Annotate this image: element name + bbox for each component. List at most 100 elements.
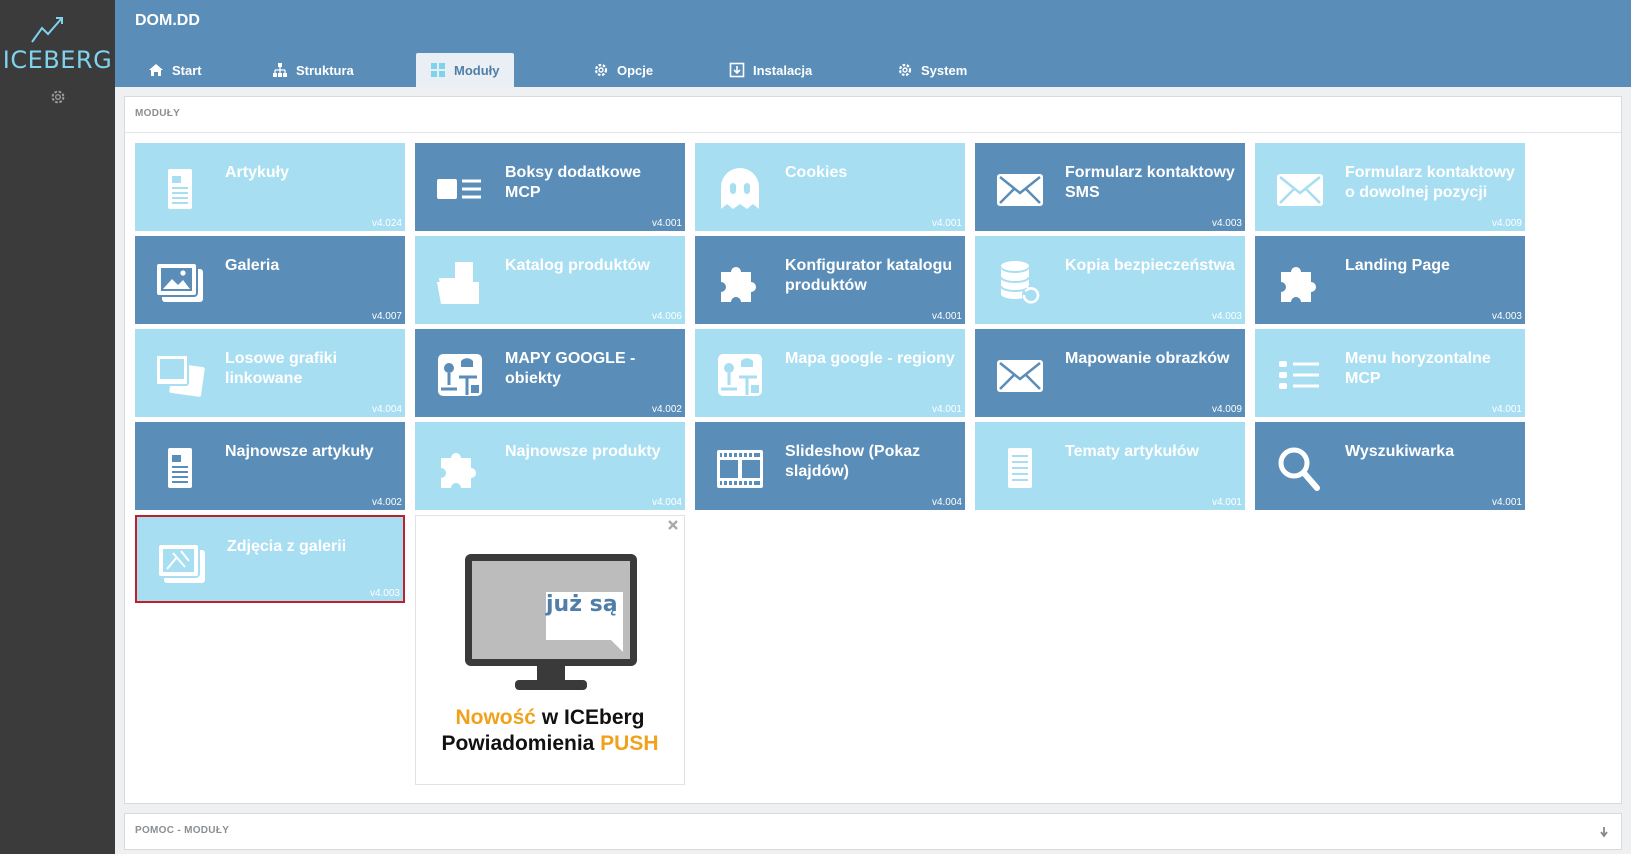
- module-tile-konfigurator-katalogu-produktow[interactable]: Konfigurator katalogu produktów v4.001: [695, 236, 965, 324]
- grid-icon: [431, 63, 445, 77]
- module-tile-formularz-kontaktowy-o-dowolnej-pozycji[interactable]: Formularz kontaktowy o dowolnej pozycji …: [1255, 143, 1525, 231]
- install-icon: [729, 62, 745, 78]
- gear-icon[interactable]: [49, 88, 67, 106]
- module-tile-galeria[interactable]: Galeria v4.007: [135, 236, 405, 324]
- module-version: v4.004: [931, 497, 962, 508]
- gear-icon: [898, 63, 912, 77]
- module-version: v4.002: [371, 497, 402, 508]
- module-tile-kopia-bezpieczenstwa[interactable]: Kopia bezpieczeństwa v4.003: [975, 236, 1245, 324]
- module-name: Landing Page: [1345, 257, 1450, 274]
- tab-moduly[interactable]: Moduły: [416, 53, 514, 87]
- module-version: v4.001: [1491, 497, 1522, 508]
- tab-instalacja[interactable]: Instalacja: [729, 53, 812, 87]
- tab-start[interactable]: Start: [148, 53, 202, 87]
- puzzle-icon: [1281, 266, 1316, 302]
- module-version: v4.001: [1491, 404, 1522, 415]
- module-name: Tematy artykułów: [1065, 443, 1199, 460]
- folder-icon: [437, 262, 479, 304]
- module-version: v4.001: [931, 218, 962, 229]
- module-version: v4.002: [651, 404, 682, 415]
- module-name: Kopia bezpieczeństwa: [1065, 257, 1235, 274]
- logo-text: ICEBERG: [2, 46, 113, 74]
- promo-text: Powiadomienia: [441, 732, 601, 755]
- document-icon: [168, 448, 192, 488]
- map-pins-icon: [718, 354, 762, 396]
- envelope-icon: [997, 174, 1043, 206]
- module-version: v4.004: [371, 404, 402, 415]
- module-tile-losowe-grafiki-linkowane[interactable]: Losowe grafiki linkowane v4.004: [135, 329, 405, 417]
- module-version: v4.001: [931, 404, 962, 415]
- envelope-icon: [997, 360, 1043, 392]
- module-name: Katalog produktów: [505, 257, 650, 274]
- module-name: Menu horyzontalne MCP: [1345, 350, 1491, 387]
- module-tile-mapy-google-obiekty[interactable]: MAPY GOOGLE - obiekty v4.002: [415, 329, 685, 417]
- module-name: Artykuły: [225, 164, 290, 181]
- module-name: Boksy dodatkowe MCP: [505, 164, 642, 201]
- arrow-down-icon[interactable]: [1599, 826, 1609, 838]
- module-name: Formularz kontaktowy SMS: [1065, 164, 1235, 201]
- film-icon: [717, 450, 763, 488]
- close-icon[interactable]: [666, 518, 680, 532]
- list-boxes-icon: [437, 179, 481, 199]
- envelope-icon: [1277, 174, 1323, 206]
- module-tile-boksy-dodatkowe-mcp[interactable]: Boksy dodatkowe MCP v4.001: [415, 143, 685, 231]
- tab-system[interactable]: System: [897, 53, 967, 87]
- module-tile-najnowsze-artykuly[interactable]: Najnowsze artykuły v4.002: [135, 422, 405, 510]
- sitemap-icon: [273, 63, 287, 77]
- module-tile-zdjecia-z-galerii[interactable]: Zdjęcia z galerii v4.003: [135, 515, 405, 603]
- module-version: v4.001: [931, 311, 962, 322]
- gallery-icon: [155, 262, 203, 302]
- module-version: v4.003: [1491, 311, 1522, 322]
- module-version: v4.024: [371, 218, 402, 229]
- tab-label: Start: [172, 62, 202, 78]
- module-name: Konfigurator katalogu produktów: [785, 257, 953, 294]
- module-tile-landing-page[interactable]: Landing Page v4.003: [1255, 236, 1525, 324]
- module-name: Wyszukiwarka: [1345, 443, 1455, 460]
- tab-struktura[interactable]: Struktura: [272, 53, 354, 87]
- module-tile-slideshow[interactable]: Slideshow (Pokaz slajdów) v4.004: [695, 422, 965, 510]
- tab-opcje[interactable]: Opcje: [593, 53, 653, 87]
- home-icon: [149, 64, 163, 76]
- promo-bubble-text: już są: [546, 592, 618, 617]
- puzzle-icon: [441, 452, 476, 488]
- promo-subline: Powiadomienia PUSH: [416, 732, 684, 756]
- module-name: Slideshow (Pokaz slajdów): [785, 443, 921, 480]
- module-version: v4.001: [1211, 497, 1242, 508]
- module-name: Mapowanie obrazków: [1065, 350, 1230, 367]
- module-name: Najnowsze produkty: [505, 443, 661, 460]
- module-tile-katalog-produktow[interactable]: Katalog produktów v4.006: [415, 236, 685, 324]
- top-header: DOM.DD Start Struktura Moduły Opcje Inst…: [115, 0, 1631, 87]
- module-tile-menu-horyzontalne-mcp[interactable]: Menu horyzontalne MCP v4.001: [1255, 329, 1525, 417]
- module-name: Najnowsze artykuły: [225, 443, 374, 460]
- module-tile-formularz-kontaktowy-sms[interactable]: Formularz kontaktowy SMS v4.003: [975, 143, 1245, 231]
- document-icon: [168, 169, 192, 209]
- menu-list-icon: [1279, 361, 1319, 389]
- monitor-icon: [465, 554, 637, 690]
- module-tile-wyszukiwarka[interactable]: Wyszukiwarka v4.001: [1255, 422, 1525, 510]
- map-pins-icon: [438, 354, 482, 396]
- tab-label: System: [921, 62, 968, 78]
- module-tile-artykuly[interactable]: Artykuły v4.024: [135, 143, 405, 231]
- module-name: Formularz kontaktowy o dowolnej pozycji: [1345, 164, 1515, 201]
- panel-title: MODUŁY: [135, 108, 181, 119]
- help-panel[interactable]: POMOC - MODUŁY: [124, 813, 1622, 850]
- module-tile-mapa-google-regiony[interactable]: Mapa google - regiony v4.001: [695, 329, 965, 417]
- module-tile-cookies[interactable]: Cookies v4.001: [695, 143, 965, 231]
- module-name: Losowe grafiki linkowane: [225, 350, 338, 387]
- panel-title: POMOC - MODUŁY: [135, 825, 230, 836]
- tab-label: Struktura: [296, 62, 354, 78]
- promo-headline: Nowość w ICEberg: [416, 706, 684, 730]
- logo-chart-icon: [31, 17, 63, 43]
- module-tile-mapowanie-obrazkow[interactable]: Mapowanie obrazków v4.009: [975, 329, 1245, 417]
- promo-card: już są Nowość w ICEberg Powiadomienia PU…: [415, 515, 685, 785]
- module-version: v4.003: [1211, 311, 1242, 322]
- module-tile-tematy-artykulow[interactable]: Tematy artykułów v4.001: [975, 422, 1245, 510]
- module-name: Cookies: [785, 164, 848, 181]
- module-version: v4.003: [1211, 218, 1242, 229]
- promo-accent: Nowość: [455, 706, 536, 729]
- module-version: v4.007: [371, 311, 402, 322]
- tab-label: Moduły: [454, 62, 500, 78]
- module-tile-najnowsze-produkty[interactable]: Najnowsze produkty v4.004: [415, 422, 685, 510]
- module-name: MAPY GOOGLE - obiekty: [505, 350, 636, 387]
- divider: [125, 132, 1621, 133]
